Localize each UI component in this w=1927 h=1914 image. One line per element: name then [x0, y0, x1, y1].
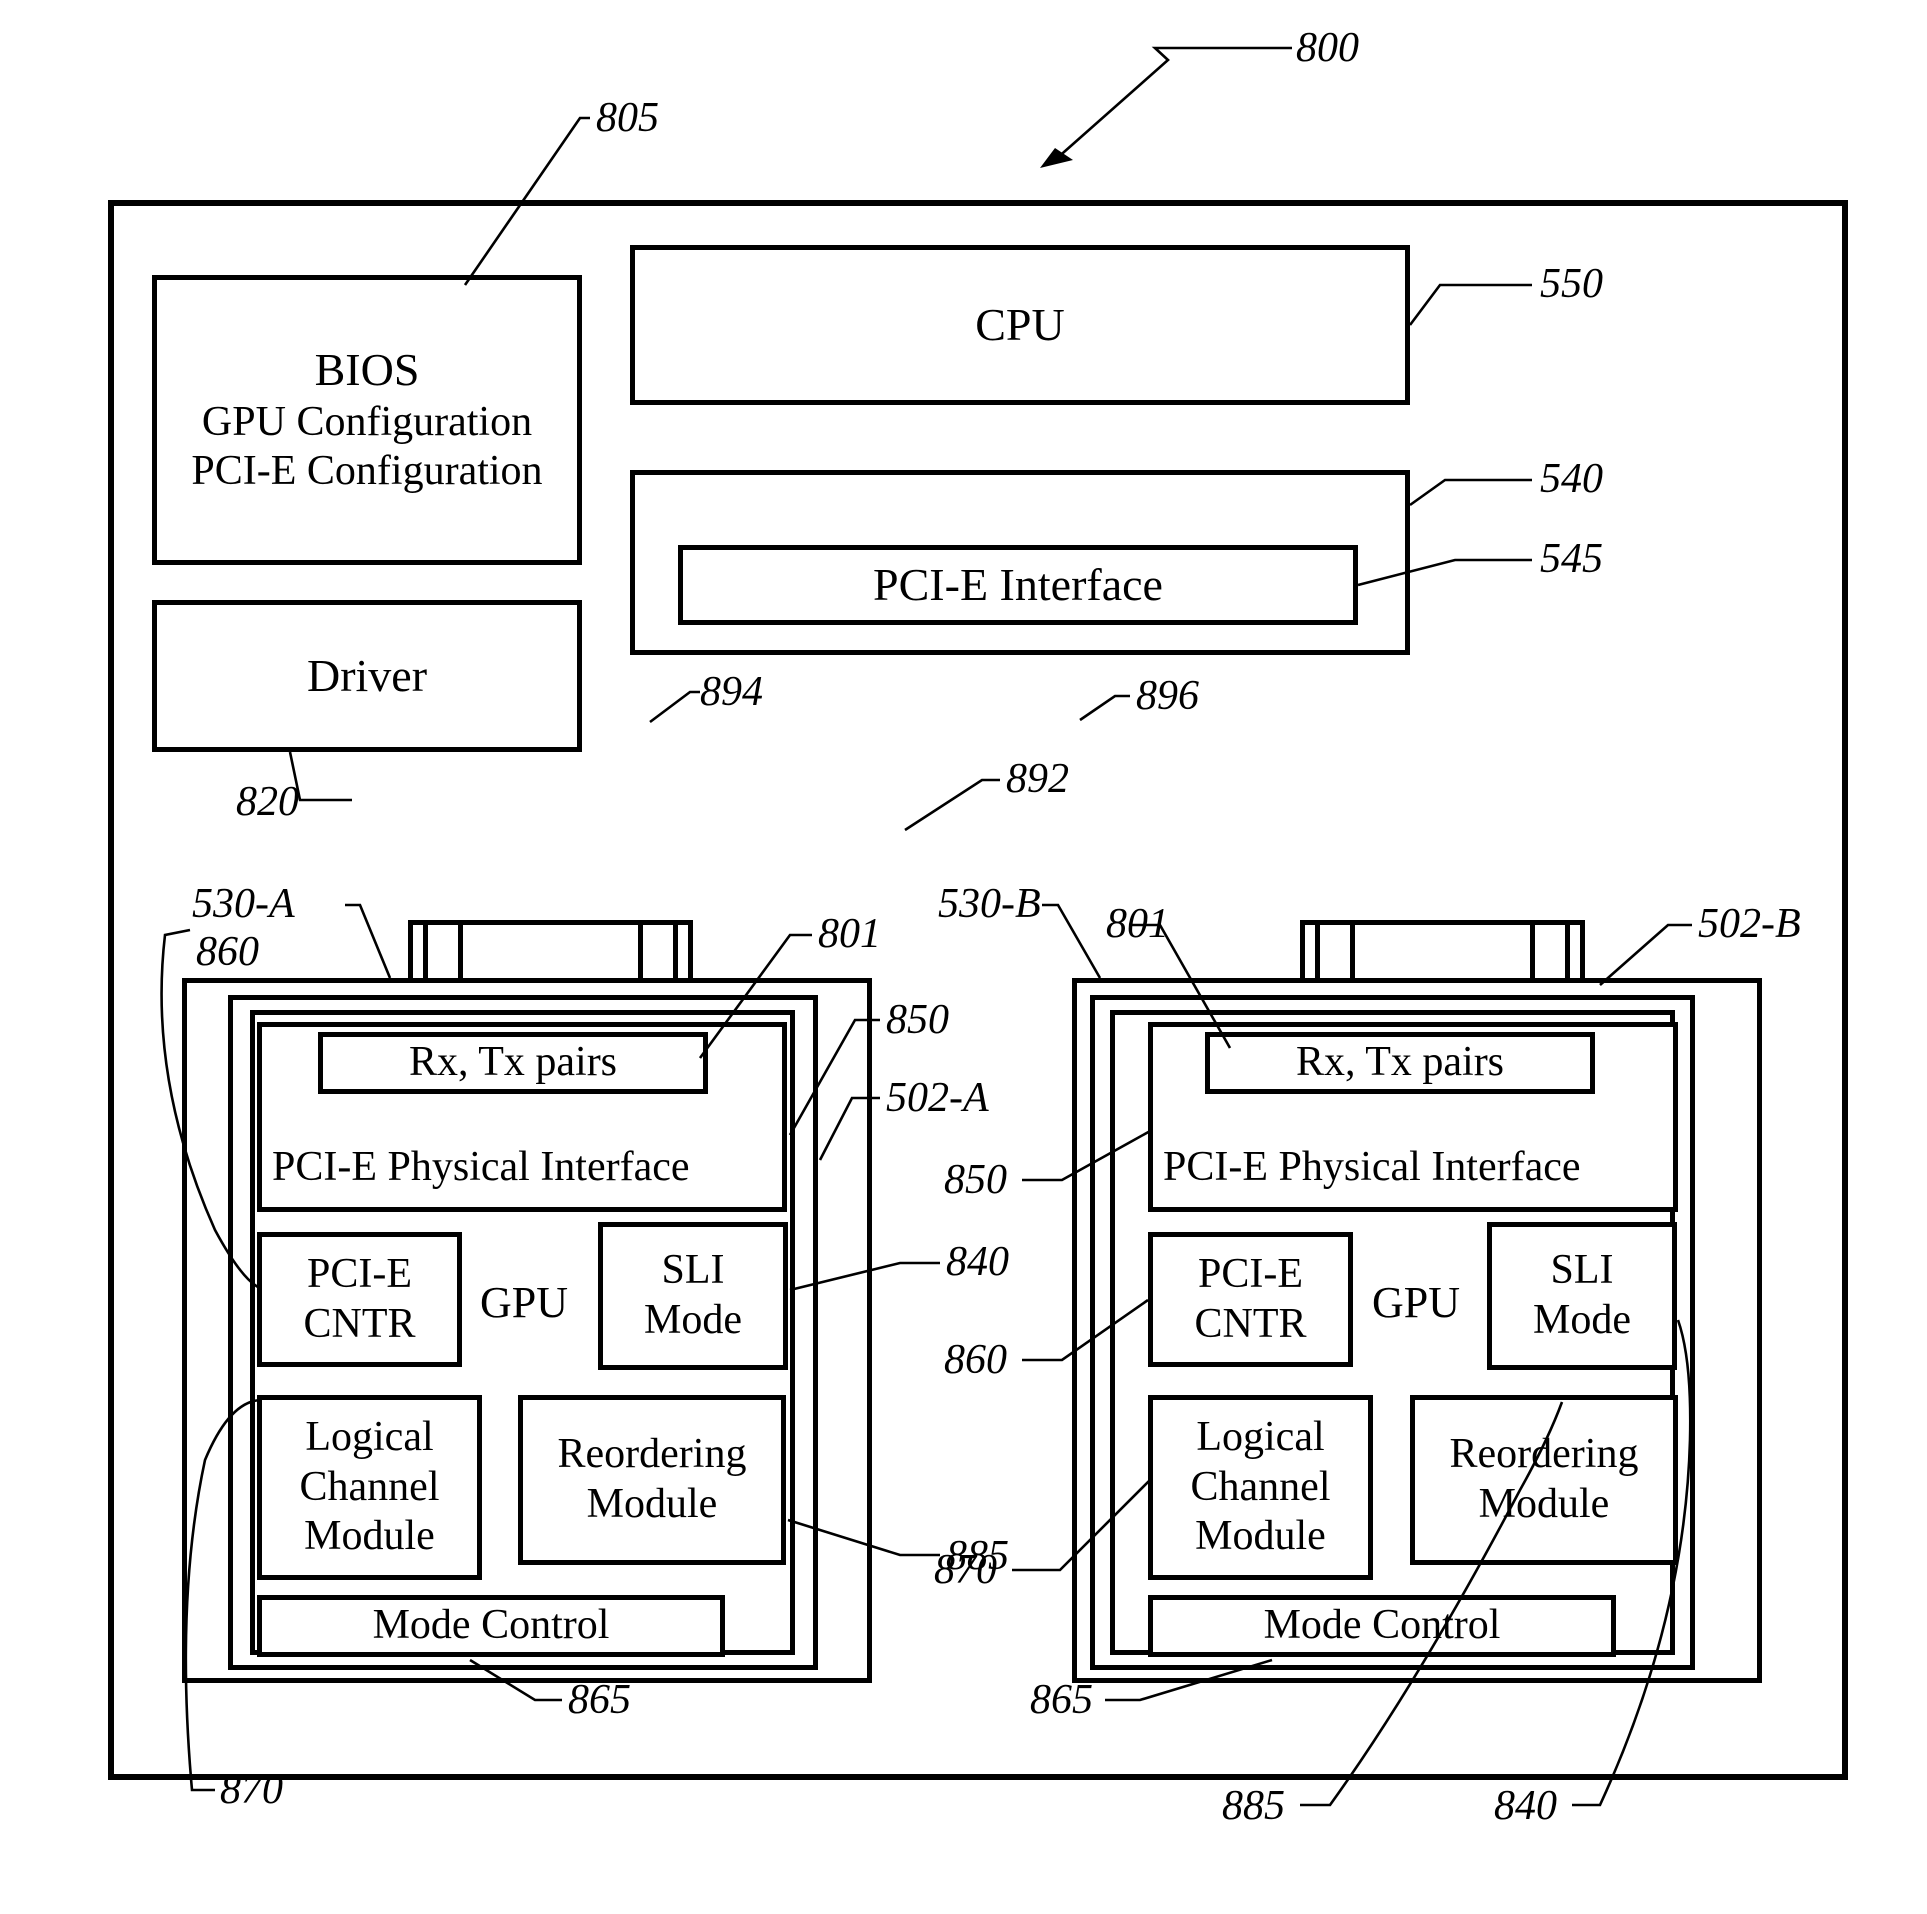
mode-control-a-label: Mode Control [372, 1602, 610, 1649]
connector-tab-b2 [1530, 925, 1570, 980]
sli-mode-a-line2: Mode [644, 1297, 742, 1343]
pcie-cntr-b: PCI-E CNTR [1148, 1232, 1353, 1367]
reordering-b-line2: Module [1478, 1481, 1610, 1527]
ref-801-a: 801 [818, 911, 881, 957]
sli-mode-b-line1: SLI [1550, 1247, 1614, 1294]
logical-channel-b-line1: Logical [1196, 1414, 1325, 1461]
connector-tab-b1 [1315, 925, 1355, 980]
pcie-cntr-a-line2: CNTR [303, 1300, 416, 1347]
reordering-module-a: Reordering Module [518, 1395, 786, 1565]
bios-title: BIOS [314, 344, 420, 396]
logical-channel-b-line2: Channel [1190, 1463, 1331, 1510]
ref-801-b: 801 [1106, 901, 1169, 947]
sli-mode-b-line2: Mode [1533, 1297, 1631, 1343]
connector-tab-a1 [423, 925, 463, 980]
rx-tx-pairs-b-label: Rx, Tx pairs [1295, 1039, 1505, 1086]
ref-885-b: 885 [1222, 1783, 1285, 1829]
driver-label: Driver [306, 649, 428, 701]
ref-805: 805 [596, 95, 659, 141]
driver-block: Driver [152, 600, 582, 752]
reordering-b-line1: Reordering [1449, 1431, 1639, 1478]
ref-894: 894 [700, 669, 763, 715]
logical-channel-b-line3: Module [1195, 1513, 1326, 1560]
bios-pcie-config: PCI-E Configuration [191, 448, 543, 495]
card-edge-connector-a [408, 920, 693, 985]
logical-channel-module-a: Logical Channel Module [257, 1395, 482, 1580]
logical-channel-a-line3: Module [304, 1513, 435, 1560]
ref-545: 545 [1540, 536, 1603, 582]
cpu-block: CPU [630, 245, 1410, 405]
patent-figure-canvas: BIOS GPU Configuration PCI-E Configurati… [0, 0, 1927, 1914]
logical-channel-module-b: Logical Channel Module [1148, 1395, 1373, 1580]
ref-840-b: 840 [1494, 1783, 1557, 1829]
ref-502-a: 502-A [886, 1075, 989, 1121]
ref-860-b: 860 [944, 1337, 1007, 1383]
logical-channel-a-line1: Logical [305, 1414, 434, 1461]
rx-tx-pairs-b: Rx, Tx pairs [1205, 1032, 1595, 1094]
logical-channel-a-line2: Channel [299, 1463, 440, 1510]
pcie-physical-interface-a-label: PCI-E Physical Interface [272, 1144, 690, 1191]
ref-896: 896 [1136, 673, 1199, 719]
card-edge-connector-b [1300, 920, 1585, 985]
reordering-a-line2: Module [586, 1481, 718, 1527]
bios-block: BIOS GPU Configuration PCI-E Configurati… [152, 275, 582, 565]
pcie-cntr-a-line1: PCI-E [307, 1250, 412, 1297]
mode-control-a: Mode Control [257, 1595, 725, 1657]
gpu-b-word: GPU [1372, 1278, 1461, 1327]
mode-control-b: Mode Control [1148, 1595, 1616, 1657]
pcie-cntr-b-line1: PCI-E [1198, 1250, 1303, 1297]
rx-tx-pairs-a: Rx, Tx pairs [318, 1032, 708, 1094]
ref-840-a: 840 [946, 1239, 1009, 1285]
ref-850-a: 850 [886, 997, 949, 1043]
mode-control-b-label: Mode Control [1263, 1602, 1501, 1649]
ref-530-b: 530-B [938, 881, 1041, 927]
pcie-interface-label: PCI-E Interface [873, 558, 1163, 610]
pcie-interface-block: PCI-E Interface [678, 545, 1358, 625]
bios-gpu-config: GPU Configuration [201, 398, 533, 445]
ref-850-b: 850 [944, 1157, 1007, 1203]
ref-502-b: 502-B [1698, 901, 1801, 947]
ref-800: 800 [1296, 25, 1359, 71]
ref-870-b: 870 [934, 1547, 997, 1593]
ref-892: 892 [1006, 756, 1069, 802]
connector-tab-a2 [638, 925, 678, 980]
ref-530-a: 530-A [192, 881, 295, 927]
reordering-module-b: Reordering Module [1410, 1395, 1678, 1565]
ref-870-a: 870 [220, 1767, 283, 1813]
ref-865-b: 865 [1030, 1677, 1093, 1723]
pcie-cntr-b-line2: CNTR [1194, 1300, 1307, 1347]
ref-865-a: 865 [568, 1677, 631, 1723]
ref-540: 540 [1540, 456, 1603, 502]
pcie-cntr-a: PCI-E CNTR [257, 1232, 462, 1367]
gpu-a-word: GPU [480, 1278, 569, 1327]
sli-mode-b: SLI Mode [1487, 1222, 1677, 1370]
rx-tx-pairs-a-label: Rx, Tx pairs [408, 1039, 618, 1086]
ref-820: 820 [236, 779, 299, 825]
cpu-label: CPU [975, 298, 1065, 350]
sli-mode-a: SLI Mode [598, 1222, 788, 1370]
ref-860-a: 860 [196, 929, 259, 975]
sli-mode-a-line1: SLI [661, 1247, 725, 1294]
ref-550: 550 [1540, 261, 1603, 307]
pcie-physical-interface-b-label: PCI-E Physical Interface [1163, 1144, 1581, 1191]
reordering-a-line1: Reordering [557, 1431, 747, 1478]
